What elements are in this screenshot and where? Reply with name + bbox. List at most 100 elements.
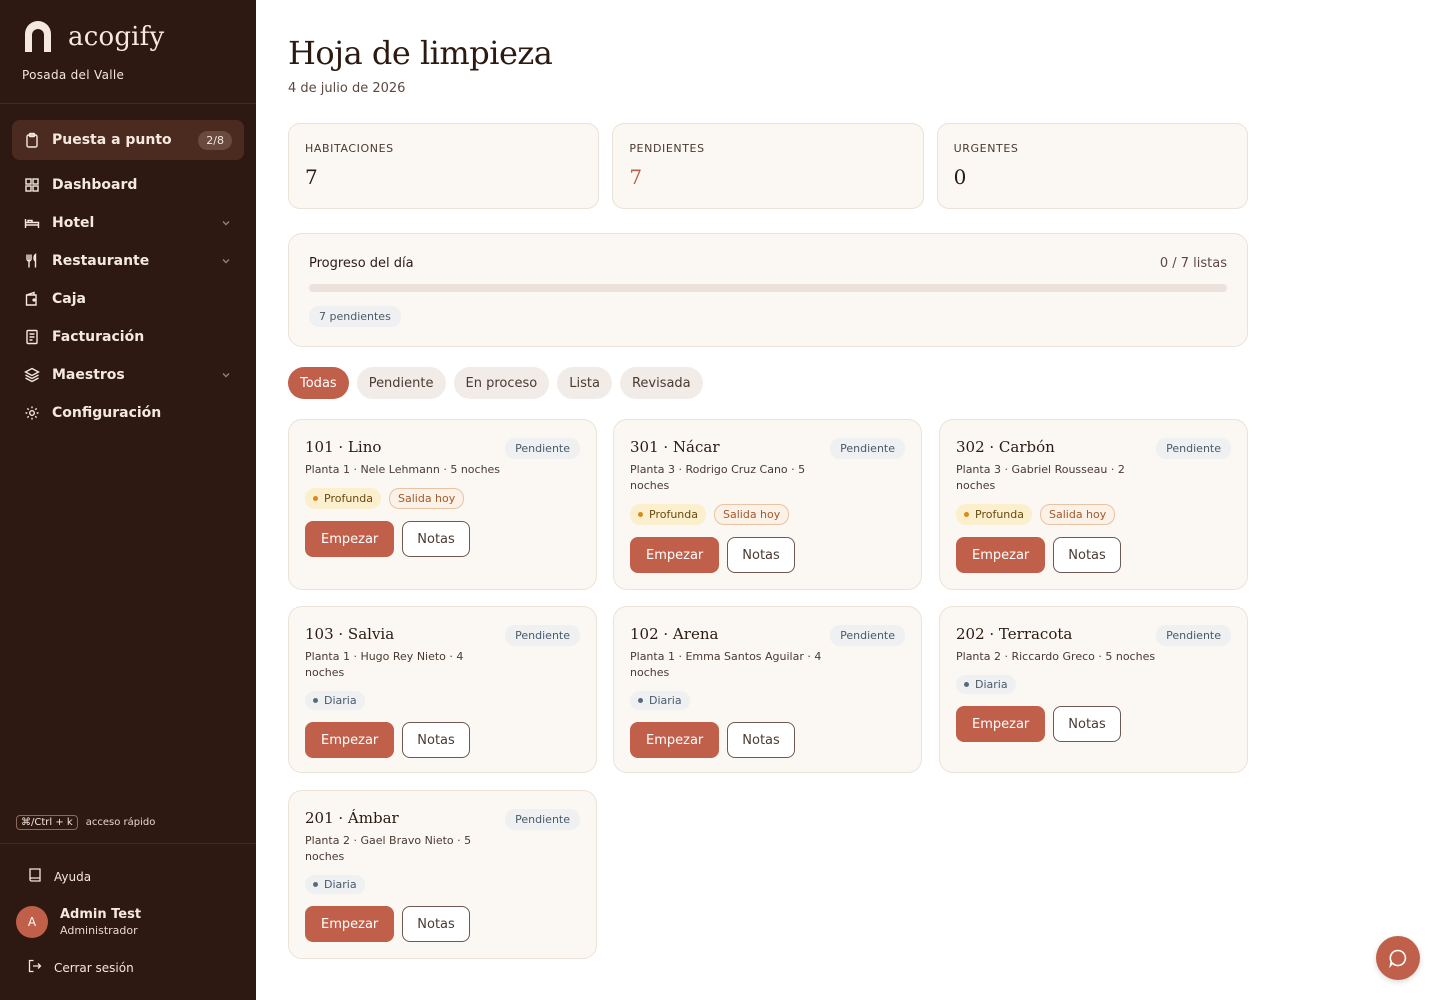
progress-count: 0 / 7 listas — [1159, 256, 1227, 271]
room-tags: Diaria — [956, 675, 1231, 694]
notes-button[interactable]: Notas — [402, 722, 470, 758]
help-link[interactable]: Ayuda — [28, 867, 91, 886]
filter-en-proceso[interactable]: En proceso — [453, 367, 550, 399]
user-profile[interactable]: A Admin Test Administrador — [16, 906, 141, 938]
sidebar-item-restaurante[interactable]: Restaurante — [12, 242, 244, 280]
stat-card-habitaciones: HABITACIONES 7 — [288, 123, 600, 209]
filter-pendiente[interactable]: Pendiente — [356, 367, 446, 399]
layers-icon — [24, 367, 40, 383]
start-button[interactable]: Empezar — [305, 906, 395, 942]
notes-button[interactable]: Notas — [402, 521, 470, 557]
user-role: Administrador — [60, 924, 138, 937]
stat-value: 7 — [305, 165, 318, 189]
room-meta: Planta 3 · Rodrigo Cruz Cano · 5 noches — [630, 463, 806, 492]
room-tags: Profunda Salida hoy — [630, 504, 905, 525]
sidebar-item-label: Facturación — [52, 329, 145, 345]
room-tags: Profunda Salida hoy — [305, 488, 580, 509]
tag-daily: Diaria — [305, 875, 365, 894]
room-card: 302 · Carbón Pendiente Planta 3 · Gabriel … — [939, 419, 1248, 590]
hotel-name: Posada del Valle — [22, 68, 125, 82]
sidebar-item-label: Hotel — [52, 215, 95, 231]
tag-label: Profunda — [975, 508, 1024, 521]
start-button[interactable]: Empezar — [630, 537, 720, 573]
status-dot-icon — [313, 496, 318, 501]
tag-daily: Diaria — [305, 691, 365, 710]
room-meta: Planta 1 · Nele Lehmann · 5 noches — [305, 463, 501, 476]
sidebar-item-hotel[interactable]: Hotel — [12, 204, 244, 242]
start-button[interactable]: Empezar — [305, 722, 395, 758]
status-badge: Pendiente — [830, 625, 905, 646]
sidebar-item-puesta-a-punto[interactable]: Puesta a punto 2/8 — [12, 120, 244, 160]
page-title: Hoja de limpieza — [288, 34, 553, 72]
filter-todas[interactable]: Todas — [288, 367, 349, 399]
stat-label: URGENTES — [953, 142, 1019, 155]
notes-button[interactable]: Notas — [727, 722, 795, 758]
stat-card-urgentes: URGENTES 0 — [936, 123, 1248, 209]
sidebar-item-label: Dashboard — [52, 177, 138, 193]
bed-icon — [24, 215, 40, 231]
sidebar-item-maestros[interactable]: Maestros — [12, 356, 244, 394]
clipboard-icon — [24, 132, 40, 148]
progress-bar — [309, 284, 1227, 292]
count-badge: 2/8 — [198, 130, 232, 150]
filter-lista[interactable]: Lista — [557, 367, 612, 399]
start-button[interactable]: Empezar — [956, 706, 1046, 742]
sidebar-item-caja[interactable]: Caja — [12, 280, 244, 318]
room-card: 301 · Nácar Pendiente Planta 3 · Rodrigo C… — [613, 419, 922, 590]
tag-label: Salida hoy — [398, 492, 456, 505]
start-button[interactable]: Empezar — [630, 722, 720, 758]
start-button[interactable]: Empezar — [956, 537, 1046, 573]
sidebar-item-facturacion[interactable]: Facturación — [12, 318, 244, 356]
tag-label: Salida hoy — [1049, 508, 1107, 521]
room-actions: Empezar Notas — [305, 906, 580, 942]
tag-deep-clean: Profunda — [630, 504, 706, 525]
sidebar-item-label: Puesta a punto — [52, 132, 172, 148]
chevron-down-icon — [220, 217, 232, 229]
status-badge: Pendiente — [505, 809, 580, 830]
tag-label: Profunda — [649, 508, 698, 521]
shortcut-keys: ⌘/Ctrl + k — [16, 815, 78, 830]
room-actions: Empezar Notas — [305, 521, 580, 557]
tag-checkout-today: Salida hoy — [1040, 504, 1116, 525]
room-actions: Empezar Notas — [630, 722, 905, 758]
room-card: 201 · Ámbar Pendiente Planta 2 · Gael Brav… — [288, 790, 597, 959]
receipt-icon — [24, 329, 40, 345]
tag-label: Diaria — [324, 878, 357, 891]
progress-card: Progreso del día 0 / 7 listas 7 pendient… — [288, 233, 1248, 347]
status-dot-icon — [638, 698, 643, 703]
shortcut-label: acceso rápido — [85, 817, 156, 828]
room-actions: Empezar Notas — [956, 537, 1231, 573]
tag-label: Diaria — [975, 678, 1008, 691]
room-tags: Profunda Salida hoy — [956, 504, 1231, 525]
stat-value: 0 — [953, 165, 967, 189]
filter-revisada[interactable]: Revisada — [619, 367, 703, 399]
status-badge: Pendiente — [505, 438, 580, 459]
sidebar-divider — [0, 843, 256, 844]
chevron-down-icon — [220, 255, 232, 267]
sidebar-item-label: Maestros — [52, 367, 125, 383]
notes-button[interactable]: Notas — [727, 537, 795, 573]
stat-value: 7 — [629, 165, 643, 189]
logout-button[interactable]: Cerrar sesión — [28, 959, 134, 976]
chat-button[interactable] — [1376, 936, 1420, 980]
sidebar-item-dashboard[interactable]: Dashboard — [12, 166, 244, 204]
notes-button[interactable]: Notas — [402, 906, 470, 942]
room-tags: Diaria — [305, 875, 580, 894]
tag-label: Diaria — [649, 694, 682, 707]
notes-button[interactable]: Notas — [1053, 537, 1121, 573]
main-nav: Puesta a punto 2/8 Dashboard Hotel Resta… — [0, 104, 256, 432]
tag-checkout-today: Salida hoy — [389, 488, 465, 509]
user-name: Admin Test — [60, 907, 142, 922]
status-dot-icon — [638, 512, 643, 517]
status-dot-icon — [964, 682, 969, 687]
sidebar-item-configuracion[interactable]: Configuración — [12, 394, 244, 432]
room-meta: Planta 1 · Emma Santos Aguilar · 4 noche… — [630, 650, 822, 679]
tag-checkout-today: Salida hoy — [714, 504, 790, 525]
gear-icon — [24, 405, 40, 421]
status-badge: Pendiente — [830, 438, 905, 459]
utensils-icon — [24, 253, 40, 269]
start-button[interactable]: Empezar — [305, 521, 395, 557]
stat-label: HABITACIONES — [305, 142, 394, 155]
notes-button[interactable]: Notas — [1053, 706, 1121, 742]
wallet-icon — [24, 291, 40, 307]
